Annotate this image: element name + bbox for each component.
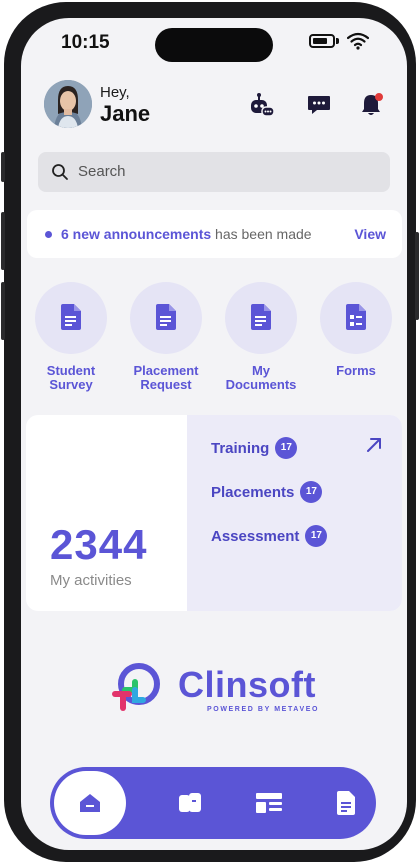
nav-home[interactable] — [54, 771, 126, 835]
quick-action-label-line1: Student — [46, 363, 96, 378]
activity-item-placements[interactable]: Placements 17 — [211, 481, 323, 503]
document-icon — [61, 304, 81, 330]
count-badge: 17 — [275, 437, 298, 459]
app-screen: 10:15 Hey, Jane Search 6 new announcemen… — [21, 18, 407, 850]
search-icon — [52, 164, 68, 180]
quick-action-label-line1: Placement — [133, 363, 199, 378]
activities-breakdown: Training 17 Placements 17 Assessment 17 — [187, 415, 402, 611]
form-icon — [346, 304, 366, 330]
document-icon — [251, 304, 271, 330]
activity-item-assessment[interactable]: Assessment 17 — [211, 525, 328, 547]
quick-action-label-line2: Documents — [225, 377, 297, 392]
avatar[interactable] — [44, 80, 92, 128]
nav-wallet[interactable] — [164, 777, 216, 829]
home-icon — [80, 794, 100, 812]
dynamic-island — [155, 28, 273, 62]
activity-item-label: Assessment — [211, 527, 300, 545]
activities-count: 2344 — [50, 521, 148, 568]
quick-action-label-line1: Forms — [336, 363, 376, 378]
announcement-dot — [45, 231, 52, 238]
quick-action-circle — [320, 282, 392, 354]
volume-up-button — [1, 212, 5, 270]
battery-icon — [309, 34, 335, 48]
bottom-navigation — [50, 767, 376, 839]
battery-tip — [336, 38, 339, 44]
wifi-icon — [347, 32, 369, 50]
nav-dashboard[interactable] — [243, 777, 295, 829]
quick-action-label-line1: My — [251, 363, 271, 378]
search-bar[interactable]: Search — [38, 152, 390, 192]
document-icon — [156, 304, 176, 330]
activities-label: My activities — [50, 572, 132, 589]
power-button — [415, 232, 419, 320]
notification-bell-icon[interactable] — [359, 92, 385, 118]
chat-icon[interactable] — [306, 92, 332, 118]
view-announcements-link[interactable]: View — [354, 226, 386, 242]
nav-documents[interactable] — [320, 777, 372, 829]
count-badge: 17 — [305, 525, 328, 547]
announcement-rest: has been made — [211, 226, 312, 242]
quick-action-student-survey[interactable]: Student Survey — [29, 282, 113, 392]
status-time: 10:15 — [61, 32, 110, 53]
announcement-count: 6 new announcements — [61, 226, 212, 242]
search-input[interactable]: Search — [78, 163, 126, 180]
announcement-text: 6 new announcements has been made — [61, 226, 312, 242]
announcement-banner[interactable]: 6 new announcements has been made View — [27, 210, 402, 258]
activity-item-training[interactable]: Training 17 — [211, 437, 298, 459]
avatar-image — [44, 80, 92, 128]
action-button — [1, 152, 5, 182]
phone-frame: 10:15 Hey, Jane Search 6 new announcemen… — [1, 2, 419, 862]
brand-tagline: POWERED BY METAVEO — [207, 706, 320, 713]
user-name: Jane — [100, 101, 151, 126]
robot-assistant-icon[interactable] — [248, 92, 274, 118]
dashboard-icon — [256, 793, 282, 813]
quick-action-placement-request[interactable]: Placement Request — [124, 282, 208, 392]
arrow-up-right-icon[interactable] — [366, 437, 382, 453]
quick-action-circle — [130, 282, 202, 354]
activities-card[interactable]: 2344 My activities Training 17 Placement… — [26, 415, 402, 611]
quick-action-forms[interactable]: Forms — [314, 282, 398, 378]
quick-action-label-line2: Survey — [49, 377, 93, 392]
brand-name: Clinsoft — [178, 664, 316, 705]
clinsoft-logo-icon — [112, 663, 160, 711]
quick-action-circle — [35, 282, 107, 354]
count-badge: 17 — [300, 481, 323, 503]
volume-down-button — [1, 282, 5, 340]
quick-action-label-line2: Request — [140, 377, 192, 392]
quick-action-circle — [225, 282, 297, 354]
quick-action-my-documents[interactable]: My Documents — [219, 282, 303, 392]
wallet-icon — [179, 793, 201, 812]
greeting-text: Hey, — [100, 84, 130, 101]
activity-item-label: Placements — [211, 483, 295, 501]
document-icon — [337, 791, 355, 815]
activity-item-label: Training — [211, 439, 270, 457]
